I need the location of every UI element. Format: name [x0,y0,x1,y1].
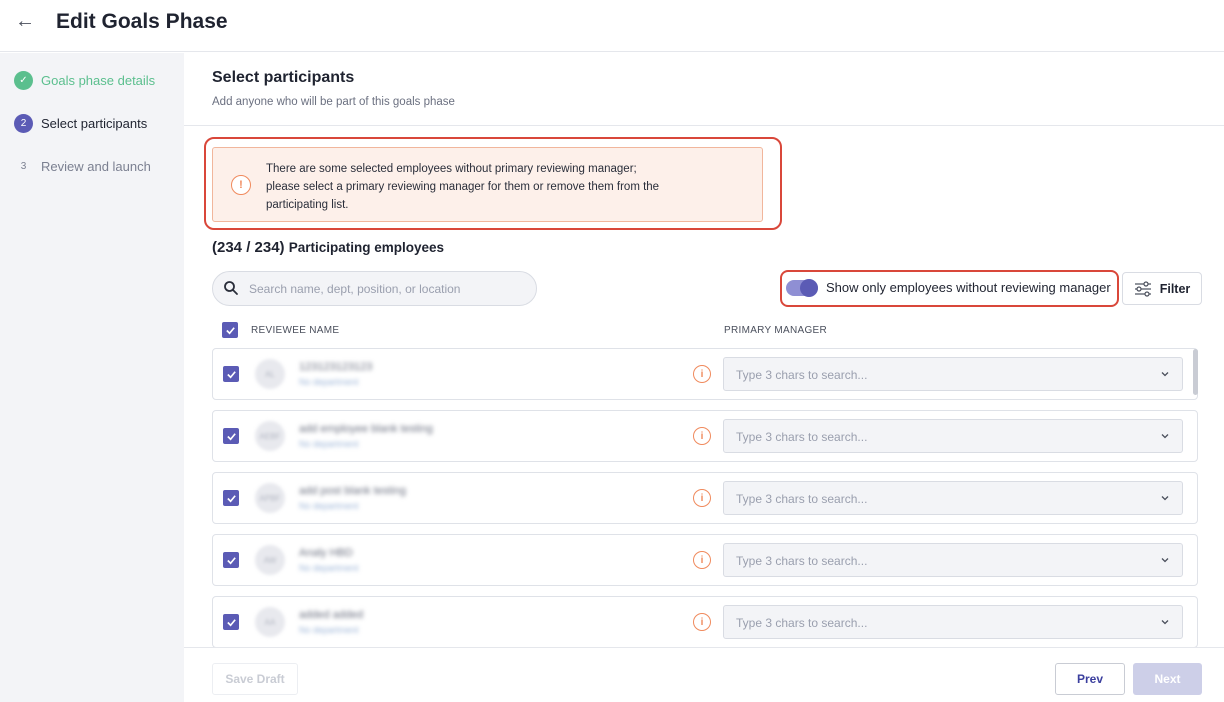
participant-count-label: Participating employees [288,240,445,255]
filter-button[interactable]: Filter [1122,272,1202,305]
manager-select[interactable] [723,419,1183,453]
checkmark-icon [225,326,235,334]
row-checkbox[interactable] [223,614,239,630]
step-label: Goals phase details [41,72,156,88]
check-icon: ✓ [14,70,33,90]
prev-button[interactable]: Prev [1055,663,1125,695]
manager-search-input[interactable] [736,428,1136,446]
step-label: Review and launch [41,158,151,174]
next-button[interactable]: Next [1133,663,1202,695]
table-row: APBF add post blank testing No departmen… [212,472,1198,524]
column-header-manager: PRIMARY MANAGER [724,325,828,336]
manager-search-input[interactable] [736,552,1136,570]
row-checkbox[interactable] [223,490,239,506]
employee-name: added added [299,609,364,621]
select-all-checkbox[interactable] [222,322,238,338]
chevron-down-icon [1161,496,1169,501]
manager-select[interactable] [723,605,1183,639]
step-review-and-launch[interactable]: 3 Review and launch [14,156,151,176]
employee-name: 123123123123 [299,361,373,373]
row-checkbox[interactable] [223,428,239,444]
section-subtitle: Add anyone who will be part of this goal… [212,96,455,108]
avatar: APBF [255,483,285,513]
step-number: 2 [14,113,33,133]
table-row: AEBF add employee blank testing No depar… [212,410,1198,462]
table-row: AL 123123123123 No department i [212,348,1198,400]
top-bar: ← Edit Goals Phase [0,0,1224,52]
info-warning-icon: i [693,551,711,569]
info-warning-icon: i [693,613,711,631]
employee-name: Analy HBD [299,547,353,559]
table-row: AW Analy HBD No department i [212,534,1198,586]
manager-search-input[interactable] [736,366,1136,384]
filter-sliders-icon [1134,280,1151,297]
alert-line: There are some selected employees withou… [266,163,637,175]
back-arrow-icon[interactable]: ← [14,10,36,32]
main-content: Select participants Add anyone who will … [184,53,1224,702]
employee-department: No department [299,377,359,387]
employee-name: add employee blank testing [299,423,433,435]
employee-name: add post blank testing [299,485,407,497]
column-header-reviewee: REVIEWEE NAME [251,325,340,336]
list-scrollbar[interactable] [1193,349,1198,395]
save-draft-button[interactable]: Save Draft [212,663,298,695]
alert-line: participating list. [266,199,349,211]
info-warning-icon: i [693,365,711,383]
search-input[interactable] [249,278,529,300]
section-title: Select participants [212,69,355,86]
row-checkbox[interactable] [223,366,239,382]
page-title: Edit Goals Phase [56,10,228,33]
toggle-knob [800,279,818,297]
alert-line: please select a primary reviewing manage… [266,181,660,193]
participant-count-value: (234 / 234) [212,239,285,256]
employee-department: No department [299,439,359,449]
step-goals-phase-details[interactable]: ✓ Goals phase details [14,70,155,90]
reviewing-manager-toggle[interactable] [786,279,818,297]
employee-list: AL 123123123123 No department i AEBF add… [212,348,1198,648]
chevron-down-icon [1161,620,1169,625]
footer-bar: Save Draft Prev Next [184,647,1224,702]
filter-label: Filter [1159,281,1191,296]
employee-department: No department [299,625,359,635]
chevron-down-icon [1161,434,1169,439]
checkmark-icon [226,370,236,378]
step-sidebar: ✓ Goals phase details 2 Select participa… [0,53,184,702]
manager-select[interactable] [723,543,1183,577]
alert-message: There are some selected employees withou… [266,160,736,214]
avatar: AL [255,359,285,389]
table-row: AA added added No department i [212,596,1198,648]
divider [184,125,1224,126]
manager-select[interactable] [723,481,1183,515]
warning-alert: ! There are some selected employees with… [212,147,763,222]
toggle-label: Show only employees without reviewing ma… [826,280,1111,295]
avatar: AW [255,545,285,575]
avatar: AEBF [255,421,285,451]
checkmark-icon [226,432,236,440]
checkmark-icon [226,556,236,564]
alert-circle-icon: ! [231,175,251,195]
search-box [212,271,537,306]
employee-department: No department [299,563,359,573]
step-number: 3 [20,160,27,172]
employee-department: No department [299,501,359,511]
search-icon [224,281,238,295]
checkmark-icon [226,494,236,502]
manager-select[interactable] [723,357,1183,391]
manager-search-input[interactable] [736,490,1136,508]
row-checkbox[interactable] [223,552,239,568]
chevron-down-icon [1161,372,1169,377]
checkmark-icon [226,618,236,626]
manager-search-input[interactable] [736,614,1136,632]
step-select-participants[interactable]: 2 Select participants [14,113,147,133]
chevron-down-icon [1161,558,1169,563]
step-label: Select participants [41,115,148,131]
avatar: AA [255,607,285,637]
info-warning-icon: i [693,489,711,507]
participant-count: (234 / 234) Participating employees [212,239,444,256]
info-warning-icon: i [693,427,711,445]
